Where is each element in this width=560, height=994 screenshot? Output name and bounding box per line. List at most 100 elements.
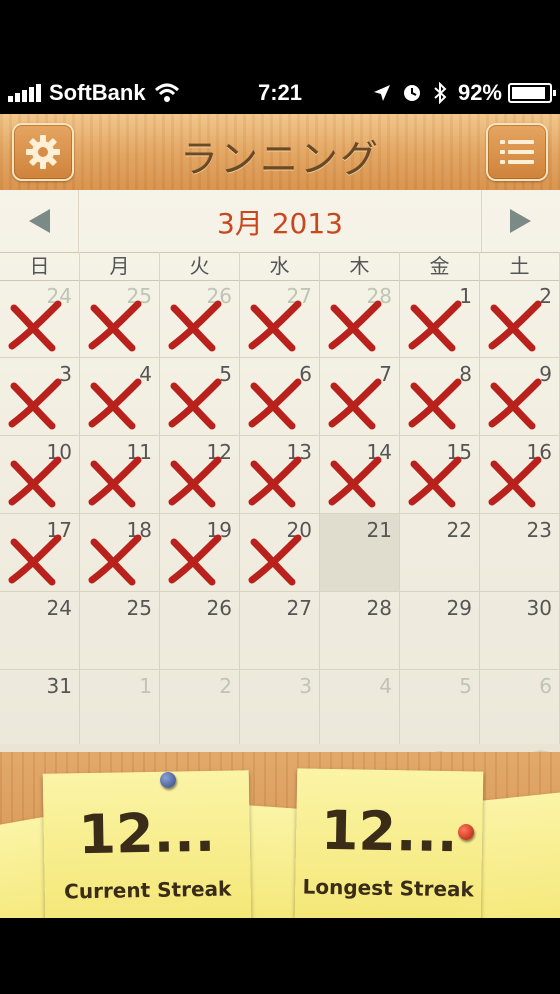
calendar-day[interactable]: 3	[240, 670, 320, 748]
arrow-right-icon	[510, 209, 531, 233]
calendar-week-row: 24 25 26 27 28 29 30	[0, 592, 560, 670]
list-icon	[500, 140, 534, 164]
calendar-day[interactable]: 31	[0, 670, 80, 748]
day-number: 27	[286, 596, 312, 620]
weekday-label: 土	[480, 252, 560, 280]
calendar-day[interactable]: 17	[0, 514, 80, 592]
x-mark-icon	[488, 456, 542, 508]
calendar-day-today[interactable]: 21	[320, 514, 400, 592]
x-mark-icon	[8, 300, 62, 352]
calendar-day[interactable]: 27	[240, 280, 320, 358]
x-mark-icon	[408, 456, 462, 508]
page-title: ランニング	[179, 137, 380, 181]
calendar-day[interactable]: 15	[400, 436, 480, 514]
day-number: 29	[446, 596, 472, 620]
battery-percent: 92%	[457, 80, 502, 105]
calendar-grid: 24 25 26 27 28 1 2 3 4 5 6 7 8 9 10 11 12 13 14 15 16 17 18 19 2…	[0, 280, 560, 748]
x-mark-icon	[328, 456, 382, 508]
month-bar: 3月 2013	[0, 190, 560, 253]
x-mark-icon	[8, 378, 62, 430]
x-mark-icon	[8, 534, 62, 586]
day-number: 23	[526, 518, 552, 542]
day-number: 30	[526, 596, 552, 620]
weekday-label: 水	[240, 252, 320, 280]
calendar-day[interactable]: 14	[320, 436, 400, 514]
calendar-day[interactable]: 13	[240, 436, 320, 514]
calendar-day[interactable]: 23	[480, 514, 560, 592]
calendar-day[interactable]: 11	[80, 436, 160, 514]
calendar-day[interactable]: 26	[160, 280, 240, 358]
x-mark-icon	[8, 456, 62, 508]
calendar-day[interactable]: 30	[480, 592, 560, 670]
calendar-day[interactable]: 4	[320, 670, 400, 748]
calendar-day[interactable]: 5	[160, 358, 240, 436]
calendar-day[interactable]: 6	[480, 670, 560, 748]
calendar-day[interactable]: 27	[240, 592, 320, 670]
calendar-day[interactable]: 3	[0, 358, 80, 436]
calendar-day[interactable]: 12	[160, 436, 240, 514]
calendar-day[interactable]: 2	[160, 670, 240, 748]
day-number: 5	[459, 674, 472, 698]
weekday-label: 日	[0, 252, 80, 280]
battery-icon	[508, 83, 556, 103]
weekday-label: 木	[320, 252, 400, 280]
calendar-day[interactable]: 25	[80, 280, 160, 358]
calendar-day[interactable]: 20	[240, 514, 320, 592]
push-pin-icon	[160, 772, 176, 788]
calendar-week-row: 31 1 2 3 4 5 6	[0, 670, 560, 748]
x-mark-icon	[248, 300, 302, 352]
x-mark-icon	[168, 534, 222, 586]
calendar-day[interactable]: 7	[320, 358, 400, 436]
calendar-day[interactable]: 1	[80, 670, 160, 748]
calendar-day[interactable]: 29	[400, 592, 480, 670]
x-mark-icon	[488, 378, 542, 430]
current-streak-label: Current Streak	[63, 876, 232, 904]
x-mark-icon	[248, 456, 302, 508]
day-number: 3	[299, 674, 312, 698]
x-mark-icon	[168, 378, 222, 430]
calendar-day[interactable]: 22	[400, 514, 480, 592]
calendar-day[interactable]: 8	[400, 358, 480, 436]
day-number: 2	[219, 674, 232, 698]
calendar-week-row: 3456789	[0, 358, 560, 436]
current-streak-value: 12...	[77, 800, 216, 867]
calendar-day[interactable]: 10	[0, 436, 80, 514]
weekday-label: 金	[400, 252, 480, 280]
app-header: ランニング	[0, 114, 560, 192]
x-mark-icon	[168, 300, 222, 352]
day-number: 24	[46, 596, 72, 620]
x-mark-icon	[328, 378, 382, 430]
calendar-day[interactable]: 25	[80, 592, 160, 670]
longest-streak-note: 12... Longest Streak	[294, 768, 484, 918]
calendar-day[interactable]: 19	[160, 514, 240, 592]
current-streak-note: 12... Current Streak	[42, 770, 252, 918]
calendar-day[interactable]: 5	[400, 670, 480, 748]
calendar-day[interactable]: 26	[160, 592, 240, 670]
alarm-clock-icon	[403, 85, 420, 101]
calendar-day[interactable]: 2	[480, 280, 560, 358]
day-number: 22	[446, 518, 472, 542]
calendar-day[interactable]: 24	[0, 592, 80, 670]
day-number: 1	[139, 674, 152, 698]
day-number: 6	[539, 674, 552, 698]
x-mark-icon	[248, 534, 302, 586]
calendar-day[interactable]: 1	[400, 280, 480, 358]
calendar-week-row: 10 11 12 13 14 15 16	[0, 436, 560, 514]
calendar-day[interactable]: 28	[320, 280, 400, 358]
calendar-day[interactable]: 16	[480, 436, 560, 514]
x-mark-icon	[168, 456, 222, 508]
calendar-day[interactable]: 24	[0, 280, 80, 358]
calendar-day[interactable]: 28	[320, 592, 400, 670]
calendar-week-row: 24 25 26 27 28 1 2	[0, 280, 560, 358]
calendar-day[interactable]: 18	[80, 514, 160, 592]
next-month-button[interactable]	[481, 190, 560, 252]
push-pin-icon	[458, 824, 474, 840]
calendar-day[interactable]: 9	[480, 358, 560, 436]
calendar-day[interactable]: 6	[240, 358, 320, 436]
month-label: 3月 2013	[217, 207, 343, 240]
calendar-day[interactable]: 4	[80, 358, 160, 436]
longest-streak-label: Longest Streak	[302, 874, 475, 902]
list-menu-button[interactable]	[486, 123, 548, 181]
day-number: 28	[366, 596, 392, 620]
x-mark-icon	[88, 534, 142, 586]
